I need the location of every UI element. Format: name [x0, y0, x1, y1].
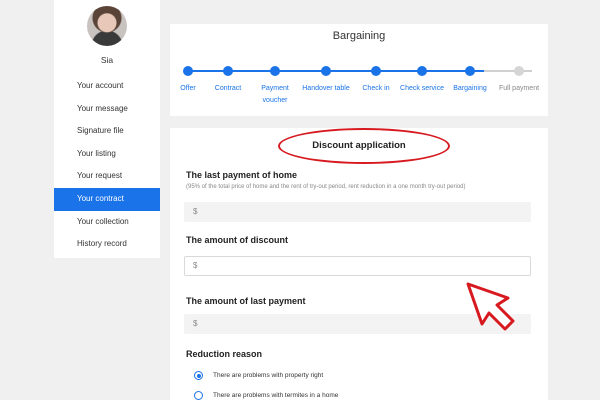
step-dot [417, 66, 427, 76]
step-label: Contract [214, 85, 242, 92]
step-label: Bargaining [453, 85, 487, 92]
avatar[interactable] [87, 6, 127, 46]
progress-track [186, 70, 532, 72]
form-heading: Discount application [312, 140, 406, 151]
progress-track-remaining [484, 70, 532, 72]
step-dot [514, 66, 524, 76]
sidebar-item-history[interactable]: History record [54, 233, 160, 256]
step-dot [223, 66, 233, 76]
sidebar-nav: Your account Your message Signature file… [54, 75, 160, 256]
last-payment-field: $ [184, 202, 531, 222]
last-amount-label: The amount of last payment [186, 296, 306, 306]
user-name: Sia [100, 55, 114, 65]
reduction-option-property-right[interactable]: There are problems with property right [194, 371, 323, 380]
step-label: Payment voucher [261, 85, 289, 104]
radio-label: There are problems with property right [213, 372, 324, 379]
sidebar-item-listing[interactable]: Your listing [54, 143, 160, 166]
reduction-reason-label: Reduction reason [186, 349, 263, 359]
sidebar-item-request[interactable]: Your request [54, 165, 160, 188]
sidebar-item-signature-file[interactable]: Signature file [54, 120, 160, 143]
discount-form-card: Discount application The last payment of… [170, 128, 548, 400]
step-dot [321, 66, 331, 76]
last-payment-hint: (95% of the total price of home and the … [186, 184, 466, 190]
sidebar-item-message[interactable]: Your message [54, 98, 160, 121]
step-dot [270, 66, 280, 76]
radio-label: There are problems with termites in a ho… [213, 392, 339, 399]
step-dot [371, 66, 381, 76]
reduction-option-termites[interactable]: There are problems with termites in a ho… [194, 391, 338, 400]
discount-amount-label: The amount of discount [186, 235, 288, 245]
step-label: Full payment [498, 85, 540, 92]
radio-button[interactable] [194, 391, 203, 400]
sidebar: Sia Your account Your message Signature … [54, 0, 160, 258]
sidebar-item-account[interactable]: Your account [54, 75, 160, 98]
progress-card: Bargaining Offer Contract Payment vouche… [170, 24, 548, 116]
page-title: Bargaining [332, 30, 386, 42]
last-amount-field: $ [184, 314, 531, 334]
last-payment-label: The last payment of home [186, 170, 298, 180]
radio-button[interactable] [194, 371, 203, 380]
step-label: Handover table [302, 85, 350, 92]
step-label: Check service [400, 85, 444, 92]
discount-amount-input[interactable]: $ [184, 256, 531, 276]
sidebar-item-collection[interactable]: Your collection [54, 211, 160, 234]
sidebar-item-contract[interactable]: Your contract [54, 187, 160, 211]
step-label: Check in [362, 85, 390, 92]
step-dot [465, 66, 475, 76]
step-dot [183, 66, 193, 76]
